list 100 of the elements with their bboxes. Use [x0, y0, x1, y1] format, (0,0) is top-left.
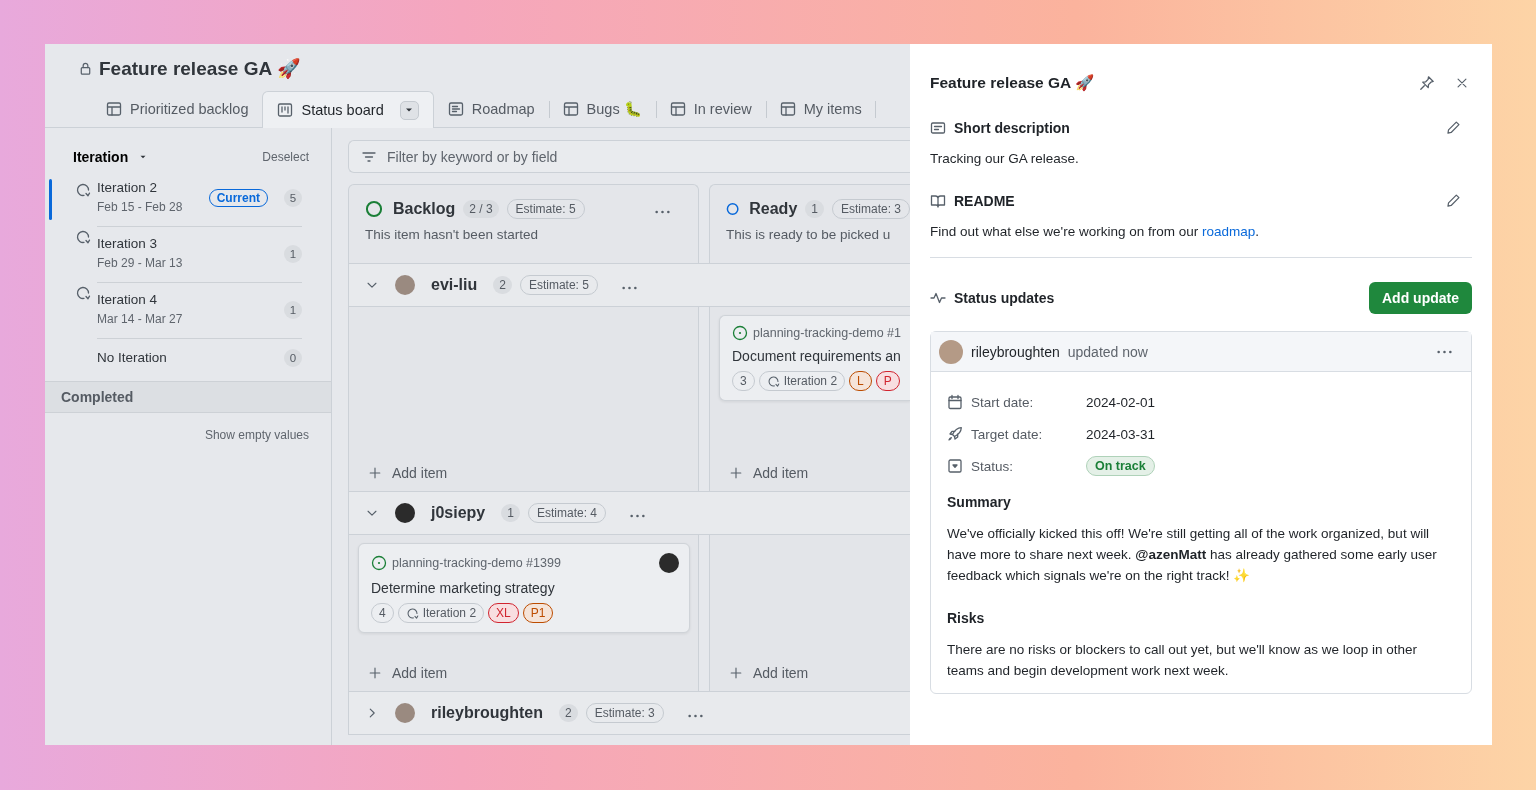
- section-heading: Risks: [947, 610, 986, 626]
- lock-icon: [78, 60, 93, 76]
- add-item-button[interactable]: Add item: [358, 665, 448, 681]
- description-text: Tracking our GA release.: [930, 151, 1080, 166]
- iteration-name: Iteration 4: [97, 291, 159, 309]
- view-tab[interactable]: My items: [765, 91, 876, 127]
- iteration-icon: [766, 374, 780, 388]
- list-icon: [447, 101, 464, 117]
- sidebar-item[interactable]: Iteration 2 Feb 15 - Feb 28 Current 5: [45, 179, 331, 226]
- avatar: [395, 275, 415, 295]
- table-icon: [106, 101, 122, 117]
- add-item-button[interactable]: Add item: [719, 665, 809, 681]
- sidebar-item[interactable]: Iteration 3 Feb 29 - Mar 13 1: [45, 226, 331, 282]
- iteration-icon: [75, 285, 91, 301]
- group-user: rileybroughten: [431, 704, 543, 722]
- item-count: 1: [501, 504, 520, 522]
- field-value: 2024-03-31: [1086, 426, 1156, 442]
- status-badge: On track: [1086, 456, 1155, 476]
- item-count: 1: [805, 200, 824, 218]
- dropdown-button[interactable]: [399, 100, 419, 120]
- more-icon: [621, 285, 637, 290]
- table-icon: [779, 101, 796, 117]
- add-item-button[interactable]: Add item: [719, 465, 809, 481]
- view-tab[interactable]: Status board: [262, 91, 434, 128]
- add-update-button[interactable]: Add update: [1369, 282, 1472, 314]
- rocket-icon: [947, 426, 963, 442]
- view-tab[interactable]: In review: [655, 91, 766, 127]
- view-tab[interactable]: Roadmap: [433, 91, 549, 127]
- item-count: 5: [284, 189, 302, 207]
- iteration-icon: [75, 229, 91, 245]
- issue-reference: planning-tracking-demo #1: [753, 326, 901, 340]
- item-count: 1: [284, 301, 302, 319]
- group-user: j0siepy: [431, 504, 486, 522]
- plus-icon: [368, 466, 382, 480]
- pulse-icon: [930, 290, 946, 306]
- update-time: updated now: [1067, 343, 1148, 360]
- group-user: evi-liu: [431, 276, 478, 294]
- iteration-dates: Feb 15 - Feb 28: [97, 199, 184, 216]
- iteration-name: Iteration 3: [97, 235, 159, 253]
- board-icon: [277, 102, 294, 118]
- note-icon: [930, 119, 946, 136]
- table-icon: [562, 101, 579, 117]
- sidebar-item[interactable]: Iteration 4 Mar 14 - Mar 27 1: [45, 282, 331, 338]
- iteration-dates: Feb 29 - Mar 13: [97, 255, 184, 272]
- panel-title: Feature release GA 🚀: [930, 74, 1095, 92]
- iteration-dates: Mar 14 - Mar 27: [97, 311, 184, 328]
- label-tag: P1: [522, 603, 554, 623]
- item-count: 1: [284, 245, 302, 263]
- project-title: Feature release GA 🚀: [99, 56, 301, 80]
- iteration-name: Iteration 2: [97, 179, 159, 197]
- update-author[interactable]: rileybroughten: [971, 343, 1060, 360]
- avatar: [939, 339, 963, 364]
- issue-card[interactable]: planning-tracking-demo #1 Document requirements an 3 Iteration 2 L P: [719, 315, 910, 401]
- label-tag: P: [875, 371, 900, 391]
- item-count: 2: [493, 276, 512, 294]
- more-icon: [655, 209, 670, 214]
- deselect-link[interactable]: Deselect: [262, 150, 309, 164]
- issue-title: Document requirements an: [732, 348, 902, 364]
- issue-reference: planning-tracking-demo #1399: [392, 556, 561, 570]
- add-item-button[interactable]: Add item: [358, 465, 448, 481]
- iteration-icon: [405, 606, 419, 620]
- show-empty-link[interactable]: Show empty values: [204, 428, 309, 442]
- pin-icon: [1419, 75, 1435, 91]
- column-description: This item hasn't been started: [365, 227, 539, 242]
- label-tag: XL: [488, 603, 519, 623]
- item-count: 0: [284, 349, 302, 367]
- iteration-icon: [75, 182, 91, 198]
- view-tab[interactable]: Bugs 🐛: [548, 91, 656, 127]
- pencil-icon: [1446, 120, 1461, 135]
- issue-card[interactable]: planning-tracking-demo #1399 Determine marketing strategy 4 Iteration 2 XL P1: [358, 543, 690, 633]
- field-menu-button[interactable]: Iteration: [70, 146, 152, 168]
- sidebar-item[interactable]: No Iteration 0: [45, 338, 331, 377]
- section-title: README: [954, 192, 1015, 209]
- view-tab[interactable]: Prioritized backlog: [92, 91, 263, 127]
- plus-icon: [729, 666, 743, 680]
- field-label: Start date:: [971, 394, 1035, 410]
- field-value: 2024-02-01: [1086, 394, 1156, 410]
- plus-icon: [729, 466, 743, 480]
- more-icon: [687, 713, 703, 718]
- more-icon: [630, 513, 645, 518]
- table-icon: [669, 101, 686, 117]
- avatar: [395, 503, 415, 523]
- iteration-name: No Iteration: [97, 349, 168, 367]
- label-tag: L: [849, 371, 872, 391]
- completed-header[interactable]: Completed: [45, 381, 331, 413]
- calendar-icon: [947, 394, 963, 410]
- item-count: 2 / 3: [463, 200, 499, 218]
- update-text: There are no risks or blockers to call out yet, but we'll know as we loop in other teams and begin development work next week.: [947, 641, 1419, 680]
- filter-field[interactable]: Filter by keyword or by field: [348, 140, 910, 173]
- field-label: Status:: [971, 458, 1015, 474]
- column-description: This is ready to be picked u: [726, 227, 892, 242]
- book-icon: [930, 192, 946, 209]
- close-icon: [1455, 76, 1469, 90]
- update-text: We've officially kicked this off! We're still getting all of the work organized, but will have more to share next week. @azenMatt has already gathered some early user feedback which signals we're on the right track! ✨: [947, 525, 1438, 585]
- column-title: Ready: [749, 200, 798, 218]
- column-title: Backlog: [393, 200, 456, 218]
- pencil-icon: [1446, 193, 1461, 208]
- issue-title: Determine marketing strategy: [371, 580, 556, 596]
- open-issue-icon: [732, 325, 748, 341]
- avatar: [395, 703, 415, 723]
